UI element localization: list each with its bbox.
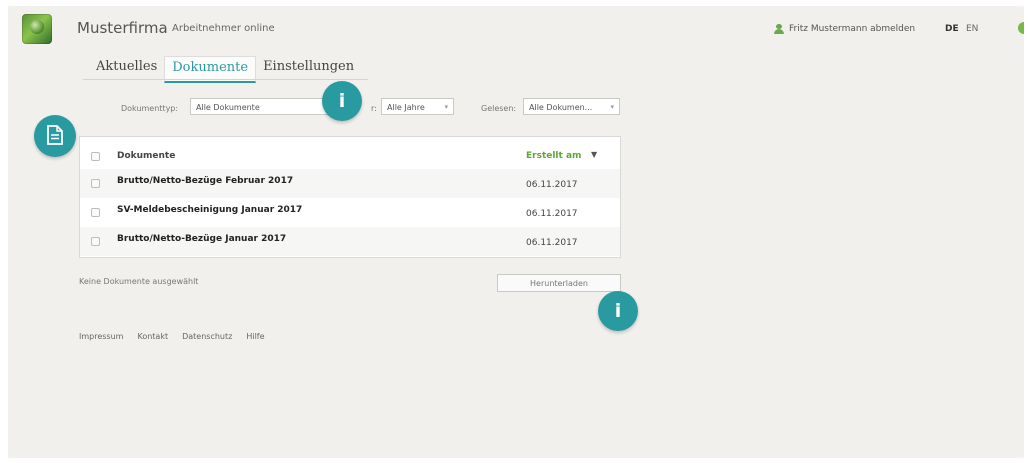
info-bubble-download[interactable]: i [598,291,638,331]
dokumenttyp-value: Alle Dokumente [196,103,260,112]
row-checkbox[interactable] [91,179,100,188]
footer-links: Impressum Kontakt Datenschutz Hilfe [79,332,265,341]
company-name: Musterfirma [77,19,168,37]
jahr-label: r: [371,104,377,113]
document-name[interactable]: Brutto/Netto-Bezüge Januar 2017 [117,234,286,244]
dokumenttyp-select[interactable]: Alle Dokumente [190,98,340,115]
info-bubble-filters[interactable]: i [322,81,362,121]
download-button[interactable]: Herunterladen [497,274,621,292]
corner-badge [1018,22,1024,34]
table-row[interactable]: Brutto/Netto-Bezüge Januar 2017 06.11.20… [80,227,620,256]
dokumenttyp-label: Dokumenttyp: [121,104,179,113]
row-checkbox[interactable] [91,208,100,217]
table-row[interactable]: Brutto/Netto-Bezüge Februar 2017 06.11.2… [80,169,620,198]
company-logo [22,14,52,44]
lang-de[interactable]: DE [945,24,959,34]
logout-label: Fritz Mustermann abmelden [789,24,916,34]
documents-table: Dokumente Erstellt am ▼ Brutto/Netto-Bez… [79,136,621,258]
tab-aktuelles[interactable]: Aktuelles [89,56,164,80]
user-icon [774,24,784,34]
jahr-select[interactable]: Alle Jahre ▾ [381,98,454,115]
document-date: 06.11.2017 [526,209,578,219]
gelesen-select[interactable]: Alle Dokumen... ▾ [523,98,620,115]
app-subtitle: Arbeitnehmer online [172,23,275,34]
sort-caret-icon[interactable]: ▼ [591,150,597,159]
footer-datenschutz[interactable]: Datenschutz [182,332,232,341]
tab-divider [83,79,368,80]
table-header: Dokumente Erstellt am [80,145,620,167]
gelesen-value: Alle Dokumen... [529,103,593,112]
tab-einstellungen[interactable]: Einstellungen [256,56,361,80]
footer-kontakt[interactable]: Kontakt [137,332,168,341]
document-name[interactable]: SV-Meldebescheinigung Januar 2017 [117,205,302,215]
gelesen-label: Gelesen: [481,104,517,113]
row-checkbox[interactable] [91,237,100,246]
selection-status: Keine Dokumente ausgewählt [79,277,199,286]
footer-hilfe[interactable]: Hilfe [246,332,264,341]
lang-en[interactable]: EN [966,24,978,34]
chevron-down-icon: ▾ [610,103,614,111]
select-all-checkbox[interactable] [91,152,100,161]
header-created[interactable]: Erstellt am [526,151,581,161]
jahr-value: Alle Jahre [387,103,425,112]
header-documents: Dokumente [117,151,176,161]
document-date: 06.11.2017 [526,180,578,190]
table-row[interactable]: SV-Meldebescheinigung Januar 2017 06.11.… [80,198,620,227]
document-date: 06.11.2017 [526,238,578,248]
logout-link[interactable]: Fritz Mustermann abmelden [774,24,915,34]
app-frame: Musterfirma Arbeitnehmer online Fritz Mu… [8,6,1024,458]
document-icon [34,115,76,157]
footer-impressum[interactable]: Impressum [79,332,123,341]
chevron-down-icon: ▾ [444,103,448,111]
main-tabs: Aktuelles Dokumente Einstellungen [89,56,361,83]
document-name[interactable]: Brutto/Netto-Bezüge Februar 2017 [117,176,293,186]
